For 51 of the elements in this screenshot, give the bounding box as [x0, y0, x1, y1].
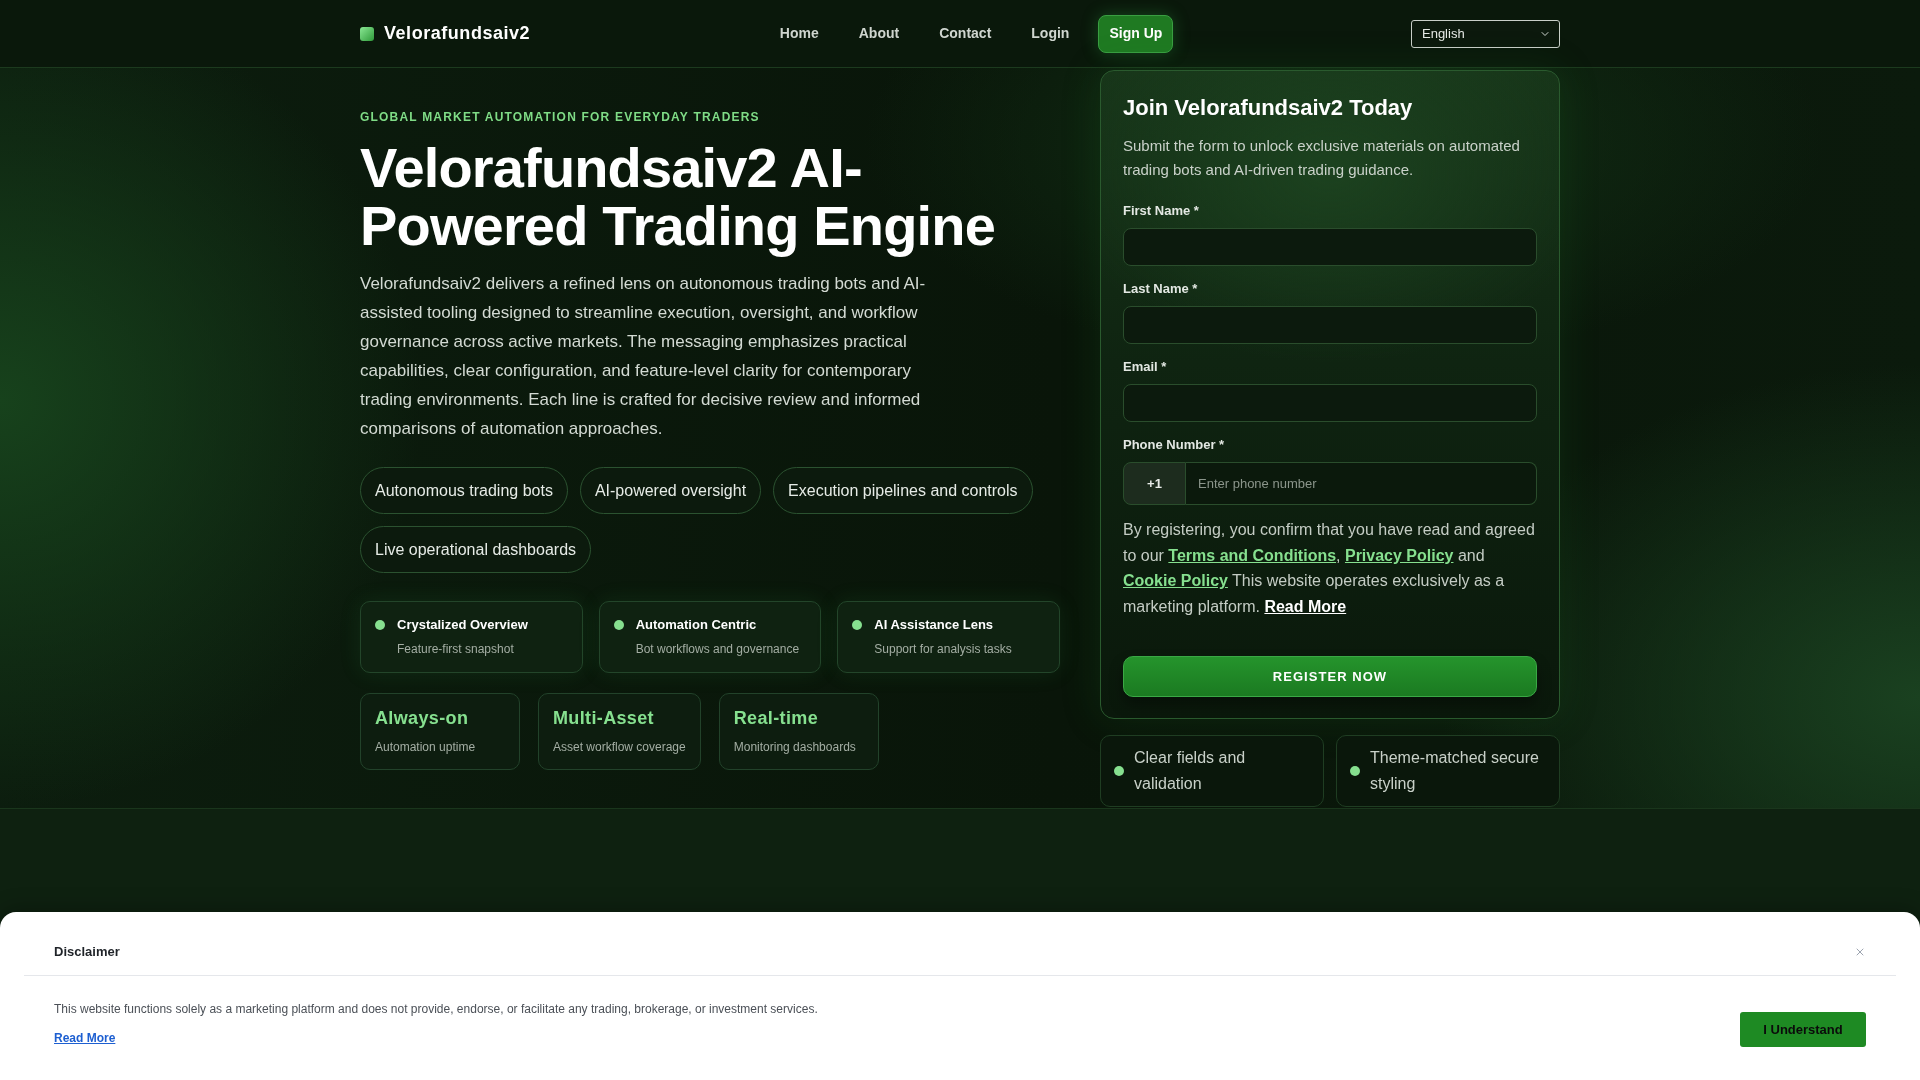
input-field[interactable] — [1123, 384, 1537, 422]
logo-icon — [360, 26, 374, 41]
field-label: Last Name * — [1123, 280, 1199, 298]
highlight-subtitle: Feature-first snapshot — [397, 641, 515, 658]
nav-button[interactable]: Sign Up — [1098, 14, 1174, 53]
highlight-subtitle: Bot workflows and governance — [635, 641, 800, 658]
register-button[interactable]: REGISTER NOW — [1123, 656, 1537, 698]
country-code: +1 — [1123, 462, 1186, 505]
nav-link[interactable]: Home — [767, 15, 831, 52]
stat-value: Always-on — [375, 707, 470, 731]
feature-chip: Execution pipelines and controls — [773, 467, 1033, 515]
feature-chip: AI-powered oversight — [579, 467, 762, 515]
note-text: Theme-matched secure styling — [1370, 748, 1540, 795]
stat-value: Multi-Asset — [553, 707, 655, 731]
input-field[interactable] — [1123, 228, 1537, 266]
policy-link[interactable]: Privacy Policy — [1344, 546, 1454, 564]
highlight-title: Automation Centric — [635, 616, 758, 635]
form-subtitle: Submit the form to unlock exclusive materials on automated trading bots and AI-driven trading guidance. — [1123, 136, 1521, 180]
hero-title: Velorafundsaiv2 AI-Powered Trading Engine — [360, 139, 996, 255]
stat-label: Automation uptime — [375, 739, 477, 756]
stat-label: Monitoring dashboards — [733, 739, 857, 756]
eyebrow-text: GLOBAL MARKET AUTOMATION FOR EVERYDAY TRADERS — [360, 109, 761, 125]
brand-name[interactable]: Velorafundsaiv2 — [384, 20, 531, 47]
input-field[interactable] — [1123, 306, 1537, 344]
note-text: Clear fields and validation — [1134, 748, 1247, 795]
field-label: Email * — [1123, 358, 1168, 376]
close-button[interactable] — [1854, 946, 1866, 958]
language-select[interactable]: English — [1411, 19, 1560, 48]
disclaimer-text: This website functions solely as a marketing platform and does not provide, endorse, or facilitate any trading, brokerage, or investment services. — [54, 1001, 818, 1018]
nav-link[interactable]: Contact — [927, 15, 1004, 52]
disclaimer-title: Disclaimer — [54, 943, 120, 961]
nav-link[interactable]: Login — [1019, 15, 1082, 52]
consent-text: By registering, you confirm that you have read and agreed to our Terms and Conditions, Privacy Policy and Cookie Policy This website operates exclusively as a marketing platform. Read More — [1123, 520, 1536, 617]
nav-link[interactable]: About — [846, 15, 912, 52]
highlight-title: AI Assistance Lens — [874, 616, 995, 635]
phone-input-field[interactable]: Enter phone number — [1186, 462, 1537, 505]
policy-link[interactable]: Cookie Policy — [1123, 572, 1228, 590]
highlight-subtitle: Support for analysis tasks — [874, 641, 1012, 658]
stat-value: Real-time — [733, 707, 819, 731]
understand-button[interactable]: I Understand — [1740, 1012, 1866, 1047]
read-more-link[interactable]: Read More — [1264, 597, 1347, 615]
highlight-title: Crystalized Overview — [397, 616, 528, 635]
stat-label: Asset workflow coverage — [553, 739, 686, 756]
hero-description: Velorafundsaiv2 delivers a refined lens on autonomous trading bots and AI-assisted tooling designed to streamline execution, oversight, and workflow governance across active markets. The messaging emphasizes practical capabilities, clear configuration, and feature-level clarity for contemporary trading environments. Each line is crafted for decisive review and informed comparisons of automation approaches. — [360, 273, 927, 440]
field-label: First Name * — [1123, 202, 1200, 220]
close-icon — [1854, 946, 1866, 958]
read-more-link[interactable]: Read More — [54, 1029, 116, 1047]
form-title: Join Velorafundsaiv2 Today — [1123, 94, 1414, 122]
field-label: Phone Number * — [1123, 436, 1226, 454]
feature-chip: Autonomous trading bots — [360, 467, 568, 515]
feature-chip: Live operational dashboards — [360, 526, 592, 574]
